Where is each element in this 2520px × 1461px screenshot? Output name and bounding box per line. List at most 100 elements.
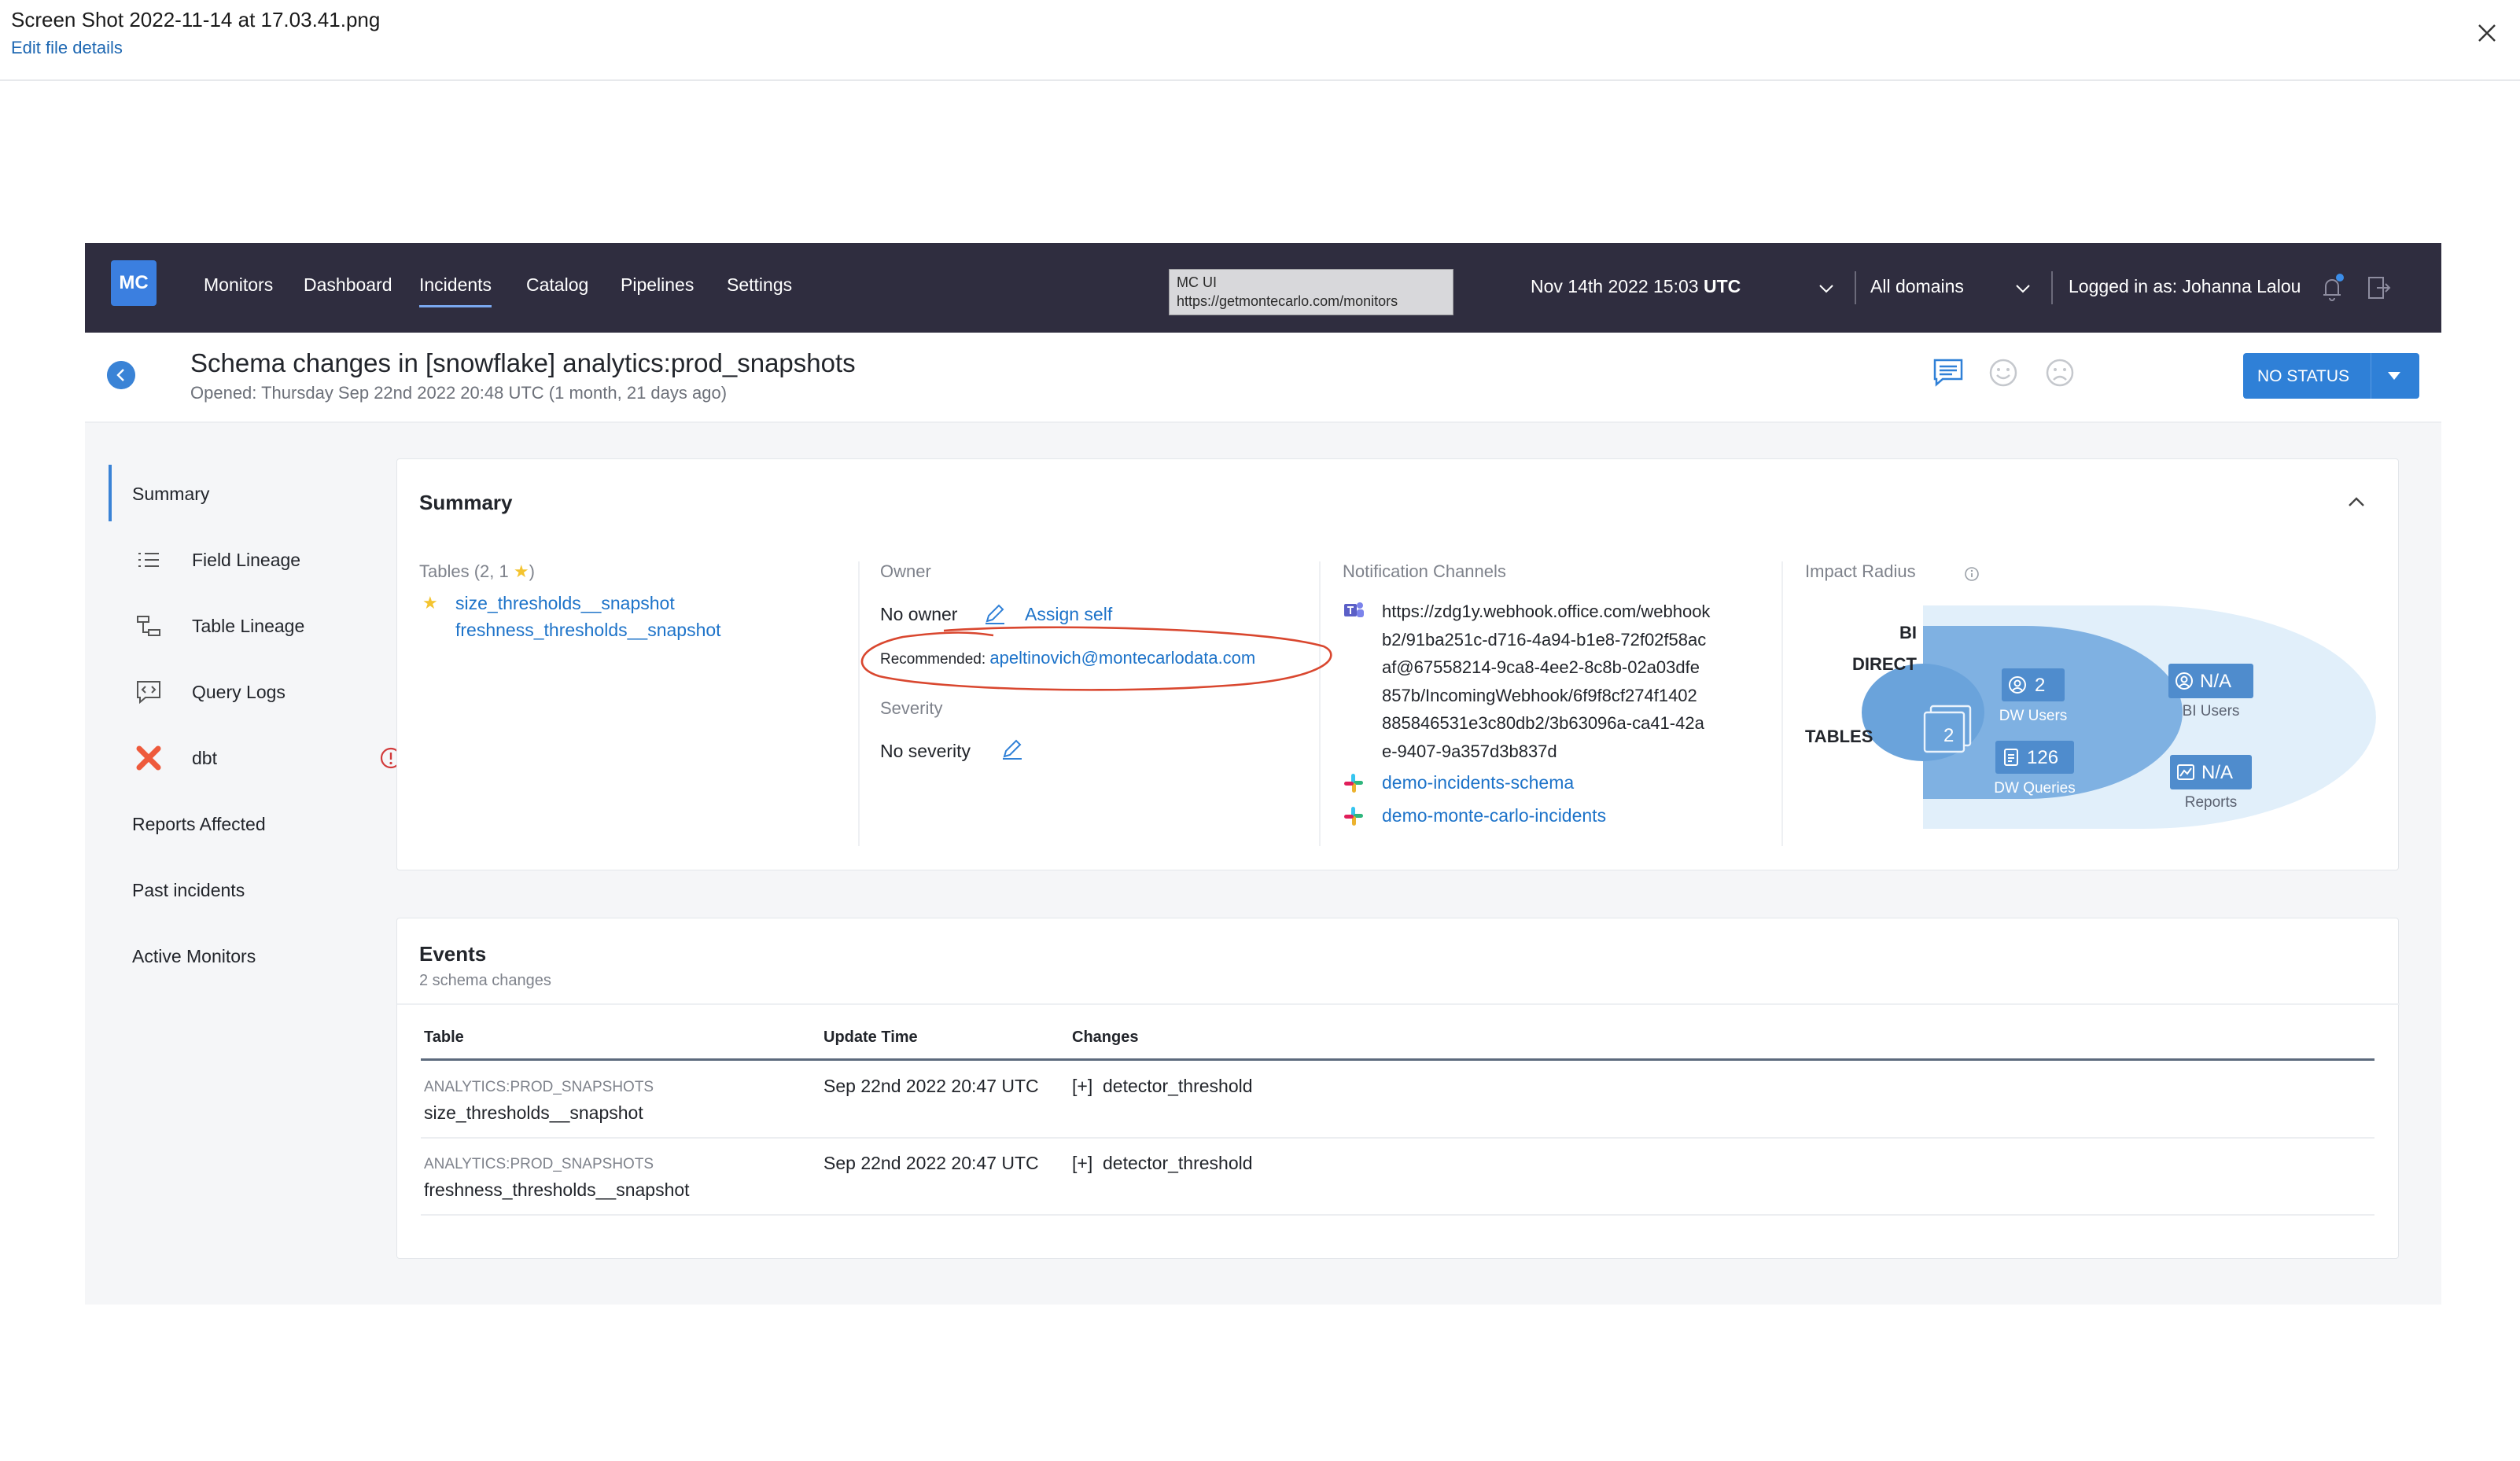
- severity-value: No severity: [880, 741, 971, 761]
- nav-monitors[interactable]: Monitors: [204, 274, 273, 296]
- reports-label: Reports: [2184, 794, 2238, 811]
- events-divider: [397, 1003, 2400, 1005]
- tables-label: Tables (2, 1 ★): [419, 561, 535, 581]
- top-navigation-bar: MC Monitors Dashboard Incidents Catalog …: [85, 243, 2441, 333]
- caret-down-icon[interactable]: [2386, 370, 2402, 381]
- chevron-down-icon[interactable]: [1815, 278, 1837, 300]
- slack-channel-link[interactable]: demo-monte-carlo-incidents: [1382, 805, 1606, 826]
- bi-users-badge[interactable]: N/A: [2168, 664, 2253, 698]
- side-item-past-incidents[interactable]: Past incidents: [109, 870, 407, 910]
- logout-icon[interactable]: [2366, 274, 2391, 301]
- star-icon: ★: [422, 593, 438, 613]
- row-schema: ANALYTICS:PROD_SNAPSHOTS: [424, 1079, 654, 1095]
- bi-ring-label: BI: [1899, 623, 1917, 642]
- date-text: Nov 14th 2022 15:03: [1531, 276, 1699, 296]
- chevron-up-icon[interactable]: [2346, 494, 2367, 510]
- column-divider: [1319, 561, 1321, 846]
- close-icon[interactable]: [2471, 17, 2503, 49]
- tables-column: Tables (2, 1 ★) ★ size_thresholds__snaps…: [419, 561, 844, 846]
- incident-header: Schema changes in [snowflake] analytics:…: [85, 333, 2441, 423]
- owner-column: Owner No owner Assign self Recommended: …: [880, 561, 1321, 846]
- side-item-label: Active Monitors: [132, 946, 256, 966]
- impact-radius-label: Impact Radius: [1805, 561, 1916, 581]
- events-card: Events 2 schema changes Table Update Tim…: [396, 918, 2400, 1259]
- summary-card: Summary Tables (2, 1 ★) ★ size_threshold…: [396, 458, 2399, 870]
- column-divider: [1781, 561, 1783, 846]
- reports-badge[interactable]: N/A: [2170, 755, 2252, 789]
- slack-icon: [1344, 774, 1363, 793]
- side-item-label: Summary: [132, 484, 210, 504]
- dw-users-badge[interactable]: 2: [2002, 668, 2065, 701]
- side-item-label: Query Logs: [192, 682, 286, 702]
- side-item-table-lineage[interactable]: Table Lineage: [109, 606, 407, 646]
- monte-carlo-logo[interactable]: MC: [111, 260, 157, 306]
- side-item-dbt[interactable]: dbt: [109, 738, 407, 778]
- side-item-reports-affected[interactable]: Reports Affected: [109, 804, 407, 844]
- viewer-divider: [0, 79, 2520, 81]
- side-item-label: Reports Affected: [132, 814, 266, 834]
- dbt-logo-icon: [136, 745, 161, 771]
- summary-heading: Summary: [419, 491, 513, 514]
- webhook-url: https://zdg1y.webhook.office.com/webhook…: [1382, 602, 1711, 761]
- side-item-active-monitors[interactable]: Active Monitors: [109, 937, 407, 976]
- comment-icon[interactable]: [1932, 356, 1965, 389]
- domain-select[interactable]: All domains: [1870, 276, 1964, 297]
- slack-channel-link[interactable]: demo-incidents-schema: [1382, 772, 1574, 793]
- status-dropdown-button[interactable]: NO STATUS: [2243, 353, 2419, 399]
- dw-queries-badge[interactable]: 126: [1995, 741, 2074, 774]
- notification-label: Notification Channels: [1343, 561, 1506, 581]
- assign-self-link[interactable]: Assign self: [1025, 604, 1112, 625]
- logged-in-user: Logged in as: Johanna Lalou: [2069, 276, 2301, 296]
- events-subtitle: 2 schema changes: [419, 972, 551, 989]
- bi-users-value: N/A: [2200, 671, 2232, 692]
- row-change: [+] detector_threshold: [1072, 1076, 1253, 1096]
- sad-face-icon[interactable]: [2043, 356, 2076, 389]
- info-icon[interactable]: [1964, 566, 1980, 582]
- environment-badge: MC UI https://getmontecarlo.com/monitors: [1169, 269, 1453, 315]
- dw-queries-value: 126: [2027, 747, 2059, 768]
- date-picker[interactable]: Nov 14th 2022 15:03 UTC: [1531, 276, 1741, 297]
- row-change: [+] detector_threshold: [1072, 1153, 1253, 1173]
- pencil-icon[interactable]: [982, 601, 1008, 626]
- row-update-time: Sep 22nd 2022 20:47 UTC: [823, 1076, 1039, 1096]
- nav-incidents[interactable]: Incidents: [419, 274, 492, 307]
- tables-count: 2: [1943, 725, 1954, 746]
- incident-opened-date: Opened: Thursday Sep 22nd 2022 20:48 UTC…: [190, 383, 728, 403]
- row-table: freshness_thresholds__snapshot: [424, 1179, 690, 1200]
- row-schema: ANALYTICS:PROD_SNAPSHOTS: [424, 1156, 654, 1172]
- dw-users-value: 2: [2035, 675, 2046, 696]
- row-divider: [421, 1214, 2374, 1216]
- dw-queries-label: DW Queries: [1994, 780, 2076, 797]
- side-item-field-lineage[interactable]: Field Lineage: [109, 540, 407, 580]
- annotation-ellipse: [860, 626, 1332, 691]
- nav-settings[interactable]: Settings: [727, 274, 792, 296]
- nav-dashboard[interactable]: Dashboard: [304, 274, 392, 296]
- side-item-query-logs[interactable]: Query Logs: [109, 672, 407, 712]
- impact-radius-column: Impact Radius BI DIRECT TABLES 2 2 DW Us…: [1789, 561, 2400, 846]
- severity-label: Severity: [880, 698, 943, 718]
- notification-bell-icon[interactable]: [2319, 273, 2345, 303]
- back-arrow-icon[interactable]: [107, 361, 135, 389]
- chevron-down-icon[interactable]: [2012, 278, 2034, 300]
- column-header-table[interactable]: Table: [424, 1029, 464, 1047]
- nav-catalog[interactable]: Catalog: [526, 274, 588, 296]
- happy-face-icon[interactable]: [1987, 356, 2020, 389]
- row-table: size_thresholds__snapshot: [424, 1102, 643, 1123]
- impact-radius-diagram: [1862, 605, 2376, 829]
- date-timezone: UTC: [1703, 276, 1741, 296]
- direct-ring-label: DIRECT: [1852, 654, 1917, 674]
- table-link[interactable]: freshness_thresholds__snapshot: [455, 620, 721, 641]
- side-item-summary[interactable]: Summary: [109, 474, 407, 513]
- list-icon: [138, 553, 159, 567]
- document-icon: [2004, 749, 2018, 766]
- edit-file-details-link[interactable]: Edit file details: [11, 38, 123, 58]
- column-header-changes[interactable]: Changes: [1072, 1029, 1138, 1047]
- table-link[interactable]: size_thresholds__snapshot: [455, 593, 675, 614]
- incident-title: Schema changes in [snowflake] analytics:…: [190, 348, 856, 377]
- nav-pipelines[interactable]: Pipelines: [621, 274, 694, 296]
- column-header-update-time[interactable]: Update Time: [823, 1029, 918, 1047]
- pencil-icon[interactable]: [1000, 736, 1025, 761]
- environment-name: MC UI: [1177, 274, 1217, 290]
- topbar-divider: [2051, 271, 2053, 304]
- tables-ring-label: TABLES: [1805, 727, 1873, 746]
